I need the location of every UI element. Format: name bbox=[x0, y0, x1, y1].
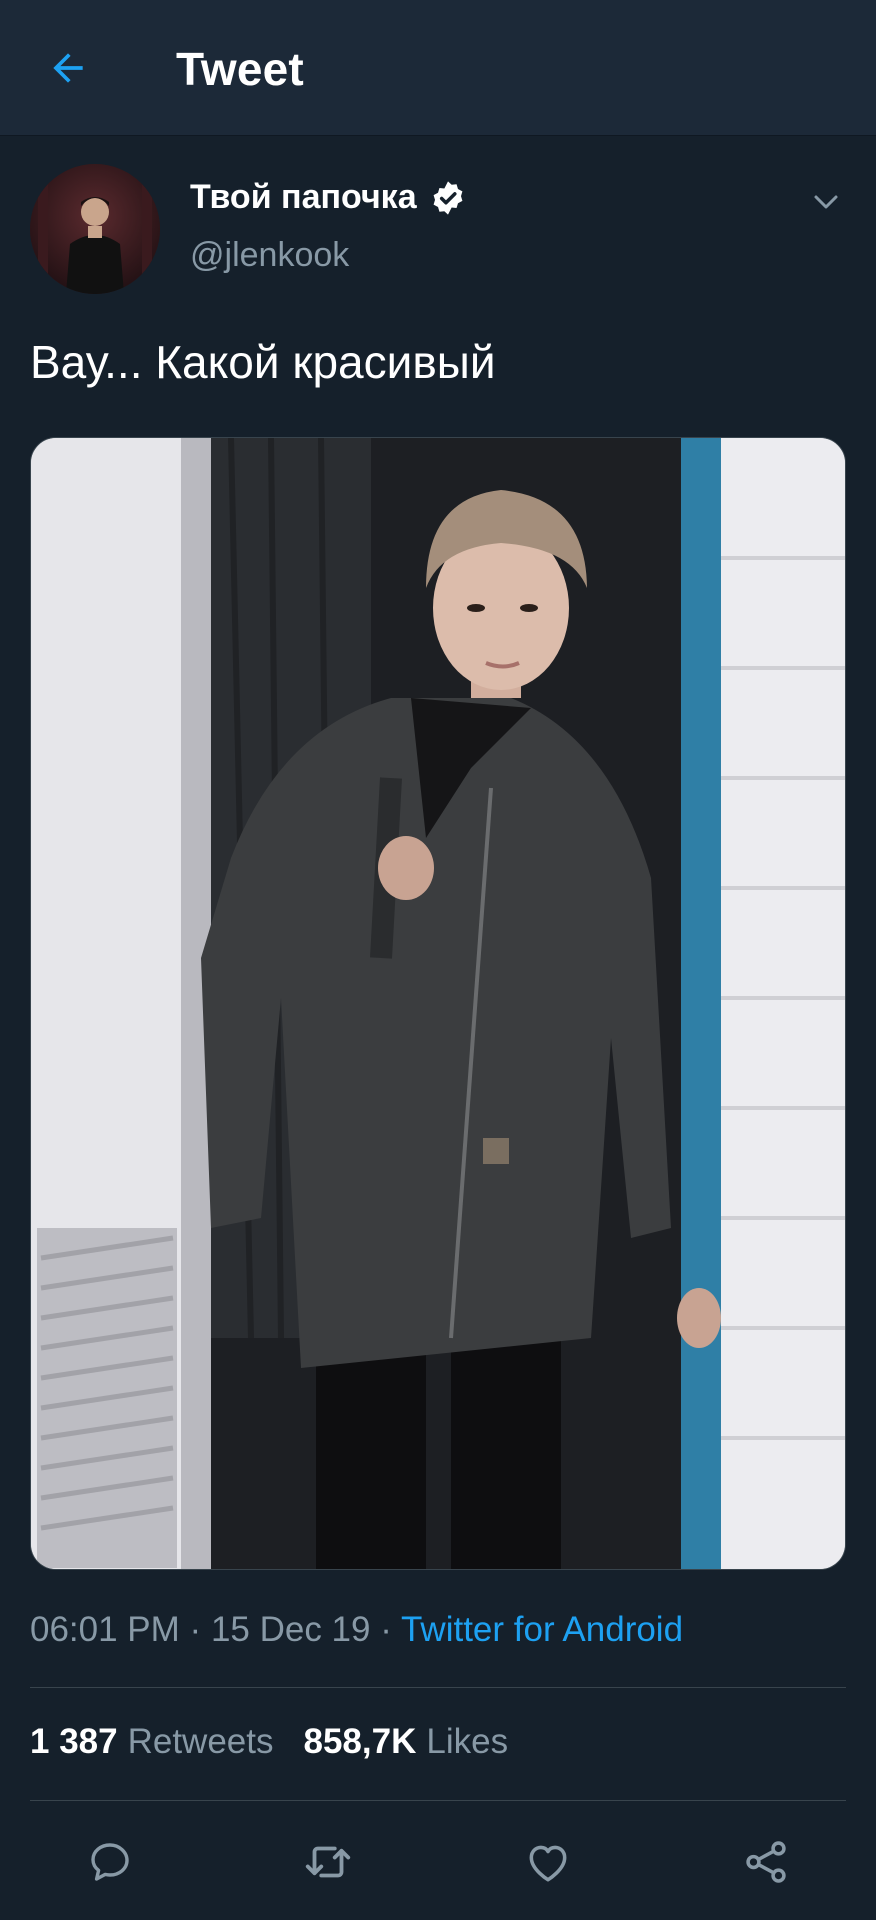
divider bbox=[30, 1800, 846, 1801]
more-options-button[interactable] bbox=[806, 182, 846, 222]
tweet-text: Вау... Какой красивый bbox=[30, 336, 496, 388]
top-bar: Tweet bbox=[0, 0, 876, 136]
share-icon bbox=[746, 1841, 786, 1883]
tweet-time: 06:01 PM bbox=[30, 1610, 180, 1649]
tweet-stats: 1 387 Retweets 858,7K Likes bbox=[30, 1722, 508, 1762]
wall-vent bbox=[37, 1228, 177, 1568]
author-handle[interactable]: @jlenkook bbox=[190, 236, 349, 275]
photo-illustration bbox=[31, 438, 845, 1569]
retweets-label[interactable]: Retweets bbox=[128, 1722, 274, 1762]
author-name-row[interactable]: Твой папочка bbox=[190, 178, 467, 217]
tweet-date: 15 Dec 19 bbox=[210, 1610, 371, 1649]
author-name[interactable]: Твой папочка bbox=[190, 178, 417, 217]
like-button[interactable] bbox=[518, 1832, 578, 1892]
avatar-image bbox=[30, 164, 160, 294]
avatar[interactable] bbox=[30, 164, 160, 294]
retweet-icon bbox=[305, 1846, 351, 1878]
tweet-source-link[interactable]: Twitter for Android bbox=[401, 1610, 683, 1649]
heart-icon bbox=[529, 1845, 567, 1882]
chevron-down-icon bbox=[814, 195, 838, 209]
meta-separator: · bbox=[189, 1610, 211, 1649]
back-button[interactable] bbox=[40, 40, 96, 96]
retweets-count[interactable]: 1 387 bbox=[30, 1722, 118, 1762]
tweet-meta: 06:01 PM · 15 Dec 19 · Twitter for Andro… bbox=[30, 1610, 683, 1650]
likes-count[interactable]: 858,7K bbox=[304, 1722, 417, 1762]
reply-icon bbox=[91, 1843, 129, 1881]
meta-separator: · bbox=[380, 1610, 401, 1649]
reply-button[interactable] bbox=[80, 1832, 140, 1892]
tweet-media-image[interactable] bbox=[30, 437, 846, 1570]
share-button[interactable] bbox=[736, 1832, 796, 1892]
arrow-left-icon bbox=[53, 53, 83, 83]
retweet-button[interactable] bbox=[298, 1832, 358, 1892]
verified-badge-icon bbox=[433, 180, 463, 215]
divider bbox=[30, 1687, 846, 1688]
likes-label[interactable]: Likes bbox=[426, 1722, 508, 1762]
tweet-actions bbox=[0, 1818, 876, 1898]
page-title: Tweet bbox=[176, 43, 304, 95]
